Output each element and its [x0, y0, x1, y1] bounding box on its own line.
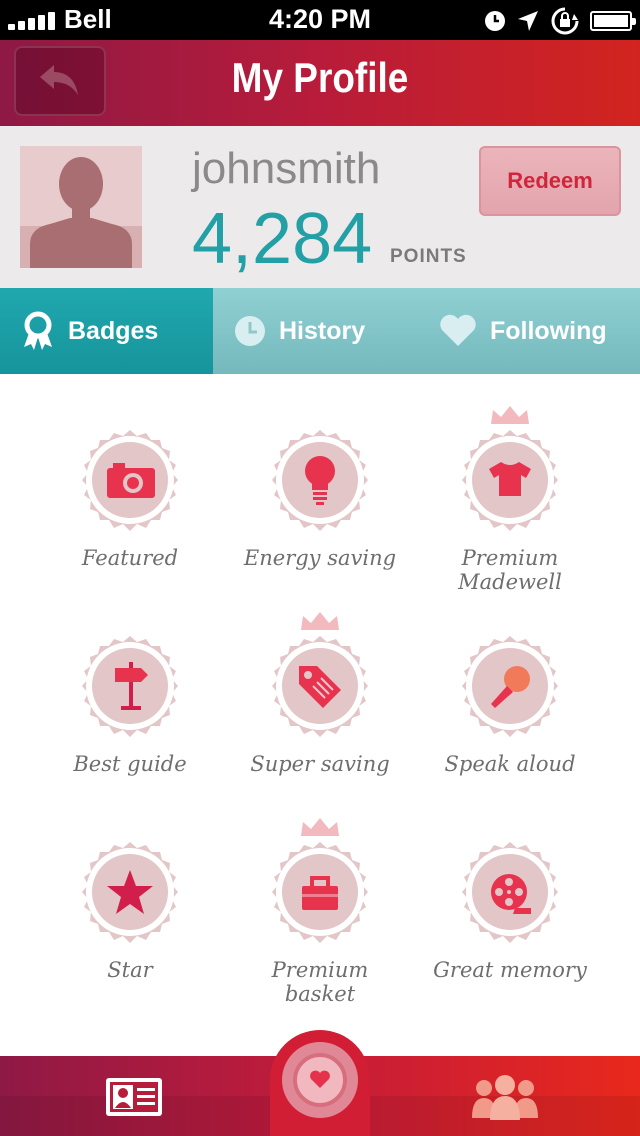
badges-grid: Featured Energy saving Premium Madewell … — [0, 374, 640, 1056]
person-silhouette-icon — [20, 157, 142, 268]
price-tag-icon — [299, 666, 341, 708]
points-value: 4,284 — [192, 199, 373, 279]
badge-super-saving[interactable]: Super saving — [225, 592, 415, 792]
camera-icon — [107, 463, 155, 498]
badge-speak-aloud[interactable]: Speak aloud — [415, 592, 605, 792]
points-label: POINTS — [390, 246, 467, 267]
badge-label: Best guide — [73, 752, 187, 776]
badge-great-memory[interactable]: Great memory — [415, 798, 605, 998]
badge-label: Super saving — [250, 752, 390, 776]
badge-premium-basket[interactable]: Premium basket — [225, 798, 415, 1006]
badge-label: Speak aloud — [444, 752, 576, 776]
profile-tabs: Badges History Following — [0, 288, 640, 374]
star-icon — [107, 870, 153, 914]
lightbulb-icon — [305, 456, 335, 505]
ribbon-icon — [20, 311, 56, 351]
badge-label: Great memory — [433, 958, 587, 982]
profile-card-icon[interactable] — [104, 1076, 164, 1118]
badge-featured[interactable]: Featured — [35, 386, 225, 586]
tab-badges-label: Badges — [68, 316, 159, 345]
target-heart-icon — [293, 1053, 347, 1107]
username: johnsmith — [192, 144, 381, 193]
basket-icon — [302, 876, 338, 910]
badge-best-guide[interactable]: Best guide — [35, 592, 225, 792]
avatar[interactable] — [20, 146, 142, 268]
tab-history[interactable]: History — [213, 288, 426, 374]
badge-label: Energy saving — [243, 546, 397, 570]
battery-icon — [590, 11, 636, 31]
status-icons — [484, 6, 636, 36]
heart-icon — [438, 314, 478, 348]
microphone-icon — [491, 666, 530, 708]
tab-following[interactable]: Following — [426, 288, 640, 374]
badge-label: Premium Madewell — [458, 546, 562, 594]
signpost-icon — [115, 662, 148, 710]
badge-label: Star — [107, 958, 153, 982]
tab-following-label: Following — [490, 316, 607, 345]
page-title: My Profile — [231, 54, 409, 101]
location-arrow-icon — [518, 11, 538, 31]
clock-icon — [485, 11, 505, 31]
tab-history-label: History — [279, 316, 366, 345]
badge-energy-saving[interactable]: Energy saving — [225, 386, 415, 586]
people-icon[interactable] — [470, 1074, 540, 1120]
redeem-button[interactable]: Redeem — [479, 146, 621, 216]
badge-label: Premium basket — [271, 958, 369, 1006]
navbar: My Profile — [0, 40, 640, 126]
badge-star[interactable]: Star — [35, 798, 225, 998]
clock-icon — [233, 314, 267, 348]
center-target-button[interactable] — [270, 1030, 370, 1136]
tshirt-icon — [489, 462, 531, 496]
badge-premium-madewell[interactable]: Premium Madewell — [415, 386, 605, 594]
film-reel-icon — [491, 874, 531, 914]
tab-badges[interactable]: Badges — [0, 288, 213, 374]
status-bar: Bell 4:20 PM — [0, 0, 640, 40]
profile-header: johnsmith 4,284 POINTS Redeem — [0, 126, 640, 288]
rotation-lock-icon — [551, 7, 579, 35]
badge-label: Featured — [81, 546, 179, 570]
